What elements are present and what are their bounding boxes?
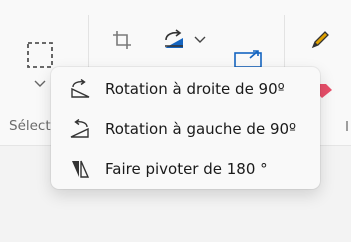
select-rectangle-icon[interactable] [25, 40, 55, 70]
resize-icon[interactable] [232, 48, 264, 68]
menu-item-rotate-left[interactable]: Rotation à gauche de 90º [55, 111, 316, 147]
rotate-left-icon [69, 119, 91, 139]
menu-item-label: Rotation à droite de 90º [105, 80, 285, 98]
crop-icon[interactable] [110, 28, 134, 52]
menu-item-label: Faire pivoter de 180 ° [105, 160, 268, 178]
next-group-edge-icon [346, 120, 351, 132]
rotate-dropdown-menu: Rotation à droite de 90º Rotation à gauc… [51, 67, 320, 189]
rotate-icon[interactable] [160, 26, 188, 54]
flip-180-icon [69, 159, 91, 179]
rotate-dropdown-chevron-icon[interactable] [193, 34, 207, 46]
rotate-right-icon [69, 79, 91, 99]
paint-app: Sélection [0, 0, 351, 242]
menu-item-rotate-right[interactable]: Rotation à droite de 90º [55, 71, 316, 107]
menu-item-rotate-180[interactable]: Faire pivoter de 180 ° [55, 151, 316, 187]
menu-item-label: Rotation à gauche de 90º [105, 120, 297, 138]
selection-dropdown-chevron-icon[interactable] [33, 78, 47, 90]
selection-group-label: Sélection [9, 118, 55, 134]
pencil-icon[interactable] [308, 28, 332, 52]
